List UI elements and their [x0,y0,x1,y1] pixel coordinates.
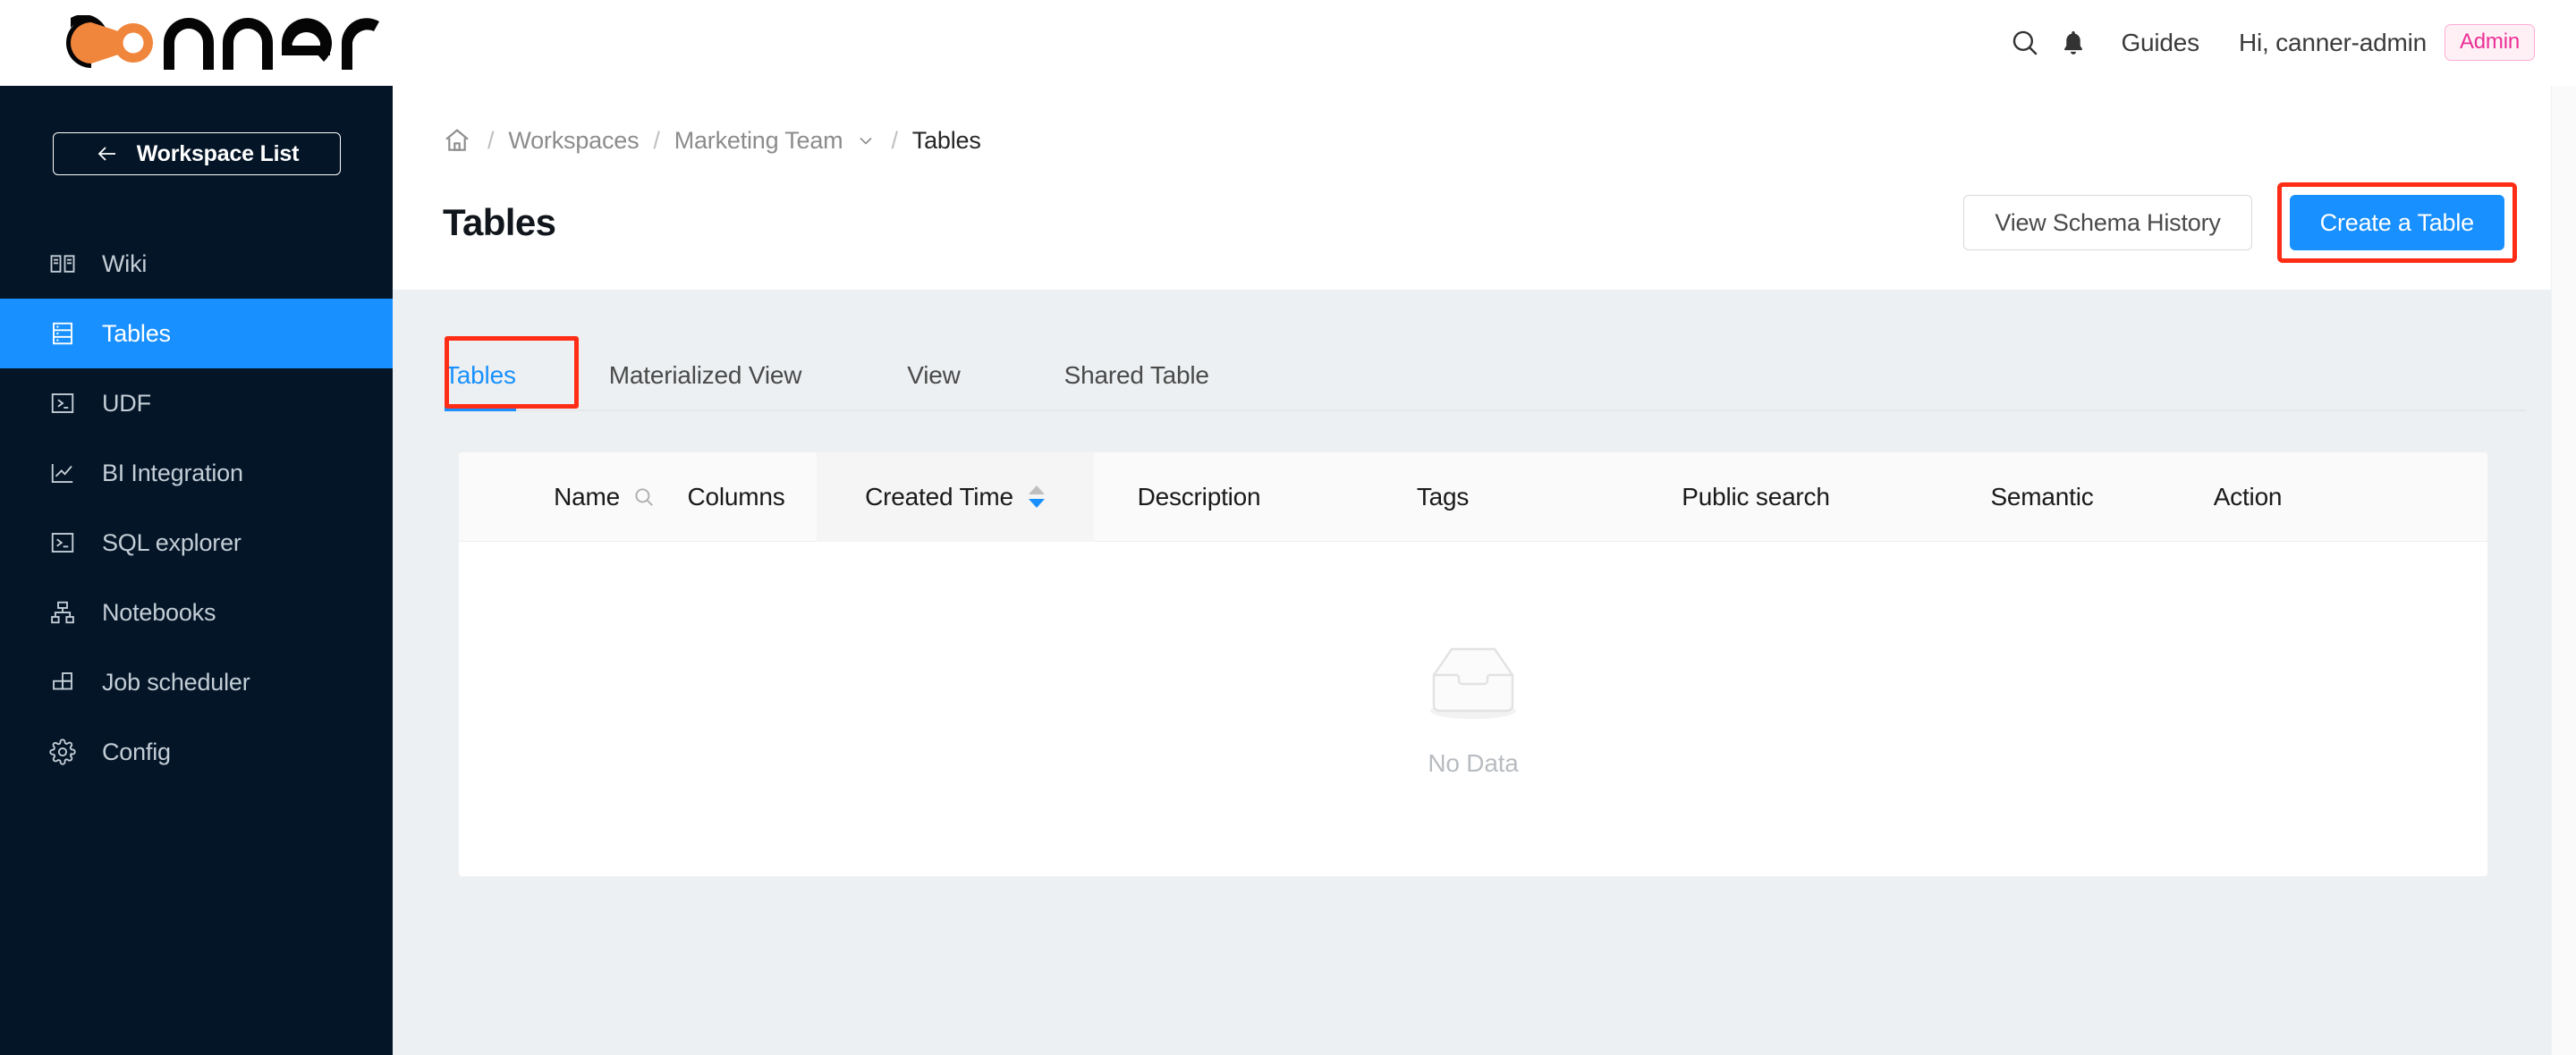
page-actions: View Schema History Create a Table [1963,182,2517,263]
page-title: Tables [443,201,556,243]
breadcrumb-item-marketing-team[interactable]: Marketing Team [674,127,843,155]
breadcrumb-separator: / [487,126,495,154]
code-terminal-icon [48,389,77,418]
create-table-highlight: Create a Table [2276,182,2517,263]
sidebar-item-wiki[interactable]: Wiki [0,229,393,299]
sidebar-item-label: Wiki [102,249,148,277]
column-header-name[interactable]: Name [459,452,656,542]
top-bar-actions: Guides Hi, canner-admin Admin [2001,19,2535,67]
search-icon[interactable] [2001,19,2049,67]
table-body: No Data [459,542,2487,876]
console-icon [48,528,77,557]
gear-icon [48,738,77,766]
tab-materialized-view[interactable]: Materialized View [609,361,802,411]
breadcrumb-separator: / [653,126,660,154]
sidebar-item-config[interactable]: Config [0,717,393,787]
bell-icon[interactable] [2049,19,2097,67]
column-header-label: Public search [1682,482,1830,511]
tab-view[interactable]: View [907,361,961,411]
blocks-icon [48,668,77,696]
column-header-description[interactable]: Description [1094,452,1304,542]
workspace-list-button[interactable]: Workspace List [52,132,341,175]
column-header-label: Created Time [865,482,1013,511]
home-icon[interactable] [443,125,473,156]
column-header-created-time[interactable]: Created Time [817,452,1094,542]
column-header-action[interactable]: Action [2154,452,2342,542]
caret-down-icon [1028,499,1045,508]
column-header-semantic[interactable]: Semantic [1930,452,2154,542]
tab-tables[interactable]: Tables [445,361,516,411]
sidebar-item-label: Tables [102,319,171,347]
column-header-label: Tags [1416,482,1470,511]
sort-toggle[interactable] [1028,485,1046,509]
app-root: Guides Hi, canner-admin Admin Workspace … [0,0,2576,1055]
column-header-label: Columns [687,482,785,511]
sidebar-item-job-scheduler[interactable]: Job scheduler [0,647,393,717]
tab-shared-table[interactable]: Shared Table [1064,361,1209,411]
table-header-row: Name Columns Created Time Description Ta… [459,452,2487,542]
main-content: / Workspaces / Marketing Team / Tables T… [393,86,2576,1055]
tab-label: Materialized View [608,361,802,389]
sidebar-item-label: SQL explorer [102,528,242,556]
sitemap-icon [48,598,77,627]
column-header-label: Name [554,482,620,511]
sidebar-item-bi-integration[interactable]: BI Integration [0,438,393,508]
top-bar: Guides Hi, canner-admin Admin [0,0,2576,86]
tables-card: Name Columns Created Time Description Ta… [459,452,2487,876]
sidebar-item-notebooks[interactable]: Notebooks [0,578,393,647]
canner-logo-icon [66,14,379,70]
sidebar-item-label: Job scheduler [102,668,250,696]
sidebar-item-tables[interactable]: Tables [0,299,393,368]
search-icon[interactable] [632,485,656,509]
sidebar: Workspace List Wiki Tables UDF BI Integr… [0,86,393,1055]
column-header-tags[interactable]: Tags [1304,452,1581,542]
tab-bar: Tables Materialized View View Shared Tab… [445,329,2526,411]
column-header-label: Semantic [1990,482,2094,511]
page-header: / Workspaces / Marketing Team / Tables T… [393,86,2576,290]
column-header-label: Description [1137,482,1261,511]
sidebar-item-label: Config [102,738,171,765]
column-header-public-search[interactable]: Public search [1581,452,1930,542]
column-header-label: Action [2213,482,2283,511]
sidebar-nav: Wiki Tables UDF BI Integration SQL explo… [0,229,393,787]
breadcrumb-item-tables: Tables [911,126,981,154]
breadcrumb-item-workspaces[interactable]: Workspaces [508,127,639,155]
tab-active-underline [445,406,516,411]
tab-label: Shared Table [1063,361,1209,389]
page-scrollbar[interactable] [2551,86,2576,1055]
sidebar-item-label: Notebooks [102,598,216,626]
status-badge: Admin [2444,24,2535,61]
empty-state-text: No Data [1428,748,1519,777]
breadcrumb: / Workspaces / Marketing Team / Tables [443,125,2517,156]
page-title-row: Tables View Schema History Create a Tabl… [443,182,2517,263]
sidebar-item-label: UDF [102,389,151,417]
guides-link[interactable]: Guides [2121,29,2199,57]
scrollbar-thumb[interactable] [2557,89,2572,554]
sidebar-item-sql-explorer[interactable]: SQL explorer [0,508,393,578]
view-schema-history-button[interactable]: View Schema History [1963,195,2252,250]
create-table-button[interactable]: Create a Table [2289,195,2504,250]
brand-logo[interactable] [41,14,392,70]
sidebar-item-label: BI Integration [102,459,243,486]
sidebar-item-udf[interactable]: UDF [0,368,393,438]
caret-up-icon [1028,485,1045,494]
tab-label: View [907,361,961,389]
empty-inbox-icon [1416,641,1530,728]
table-icon [48,319,77,348]
tab-label: Tables [445,361,516,389]
breadcrumb-separator: / [891,126,898,154]
empty-state: No Data [1416,641,1530,778]
column-header-columns[interactable]: Columns [656,452,817,542]
book-icon [48,249,77,278]
line-chart-icon [48,459,77,487]
user-greeting: Hi, canner-admin [2238,28,2427,56]
arrow-left-icon [94,143,121,165]
workspace-list-label: Workspace List [136,140,300,166]
chevron-down-icon[interactable] [855,130,877,151]
